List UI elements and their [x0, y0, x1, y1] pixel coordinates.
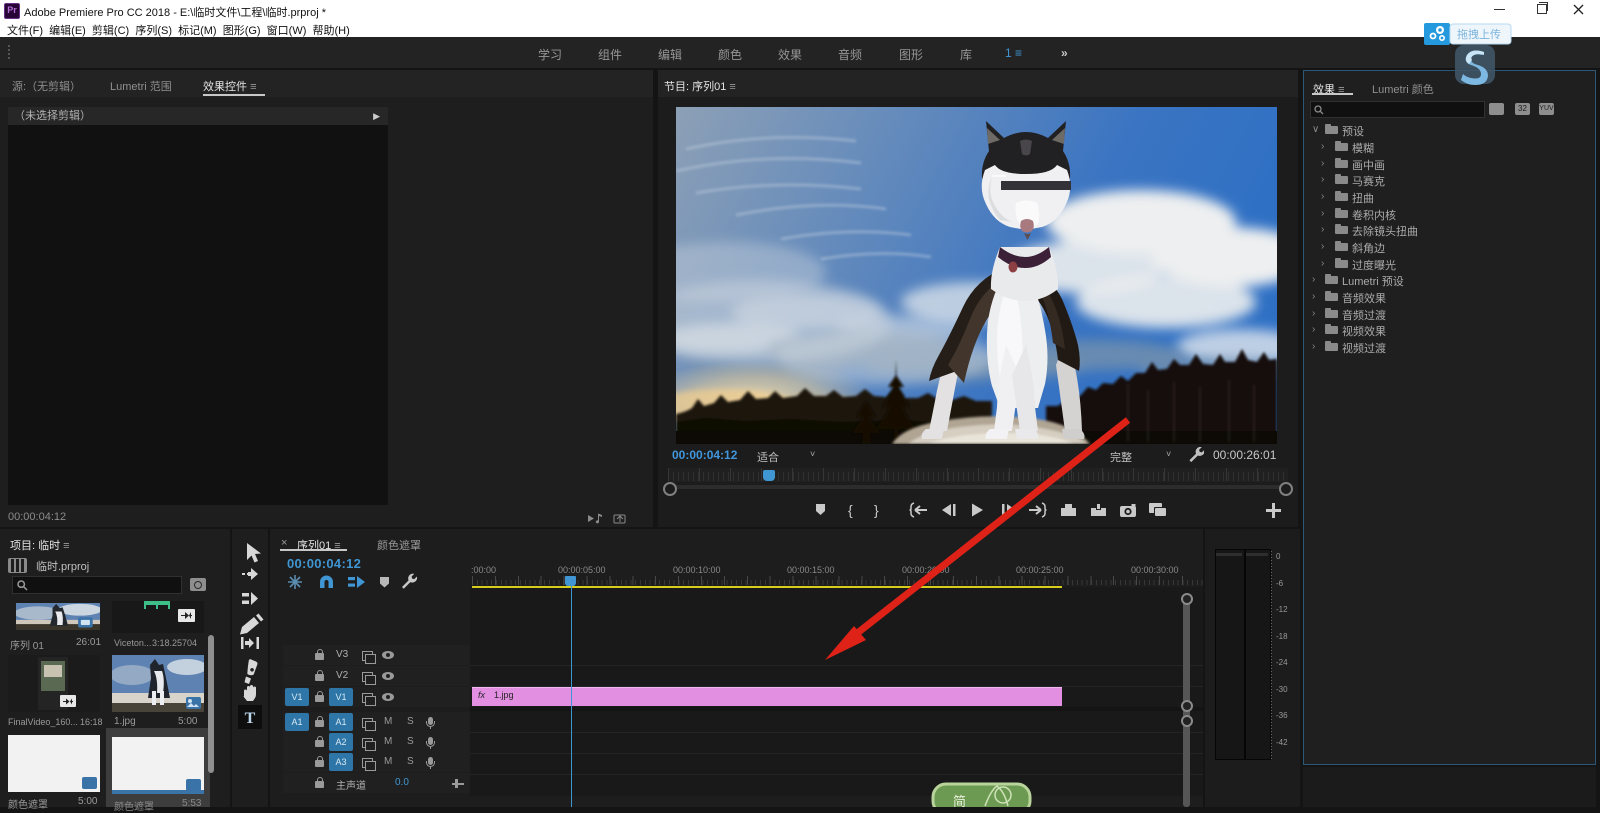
svg-text:}: } [874, 502, 879, 518]
svg-text:T: T [245, 710, 256, 727]
svg-text:{: { [848, 502, 853, 518]
